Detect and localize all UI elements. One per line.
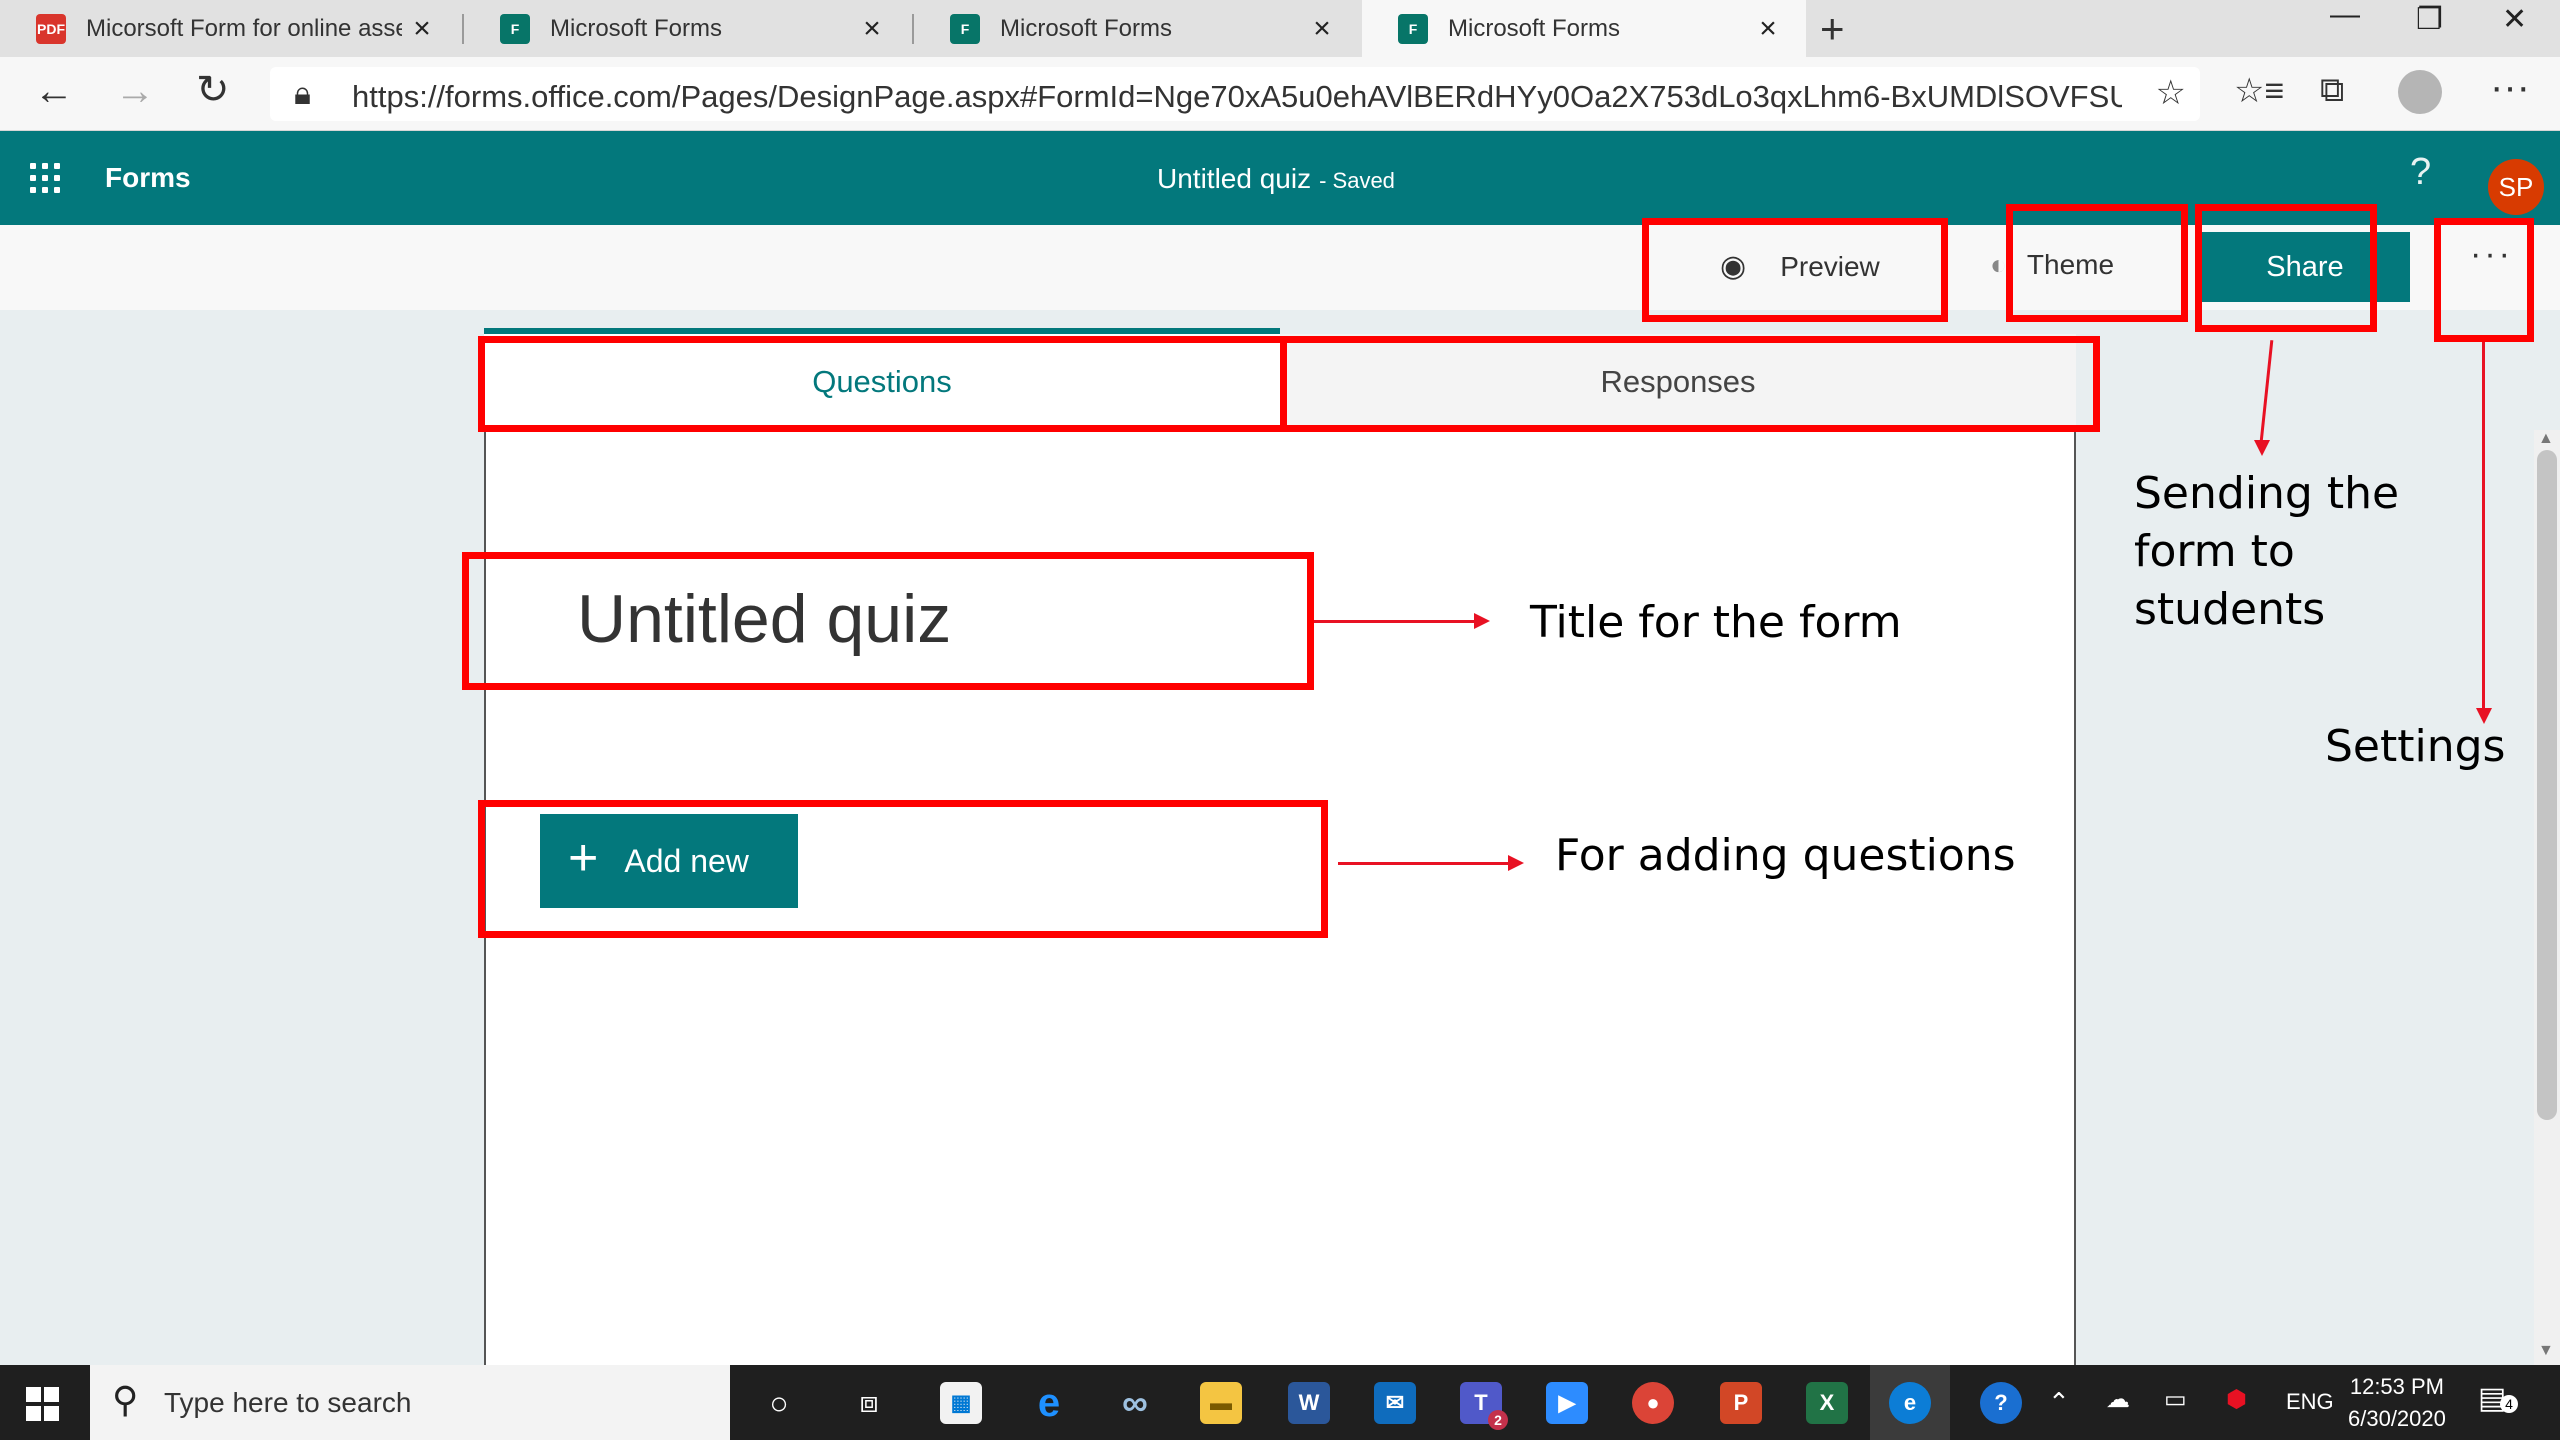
system-clock[interactable]: 12:53 PM 6/30/2020 (2348, 1371, 2446, 1435)
infinity-app-icon[interactable]: ∞ (1114, 1382, 1156, 1424)
forms-icon: F (1398, 13, 1428, 44)
arrow-settings (2482, 342, 2485, 710)
tab-title: Microsoft Forms (550, 14, 723, 42)
restore-button[interactable]: ❐ (2416, 2, 2443, 37)
language-indicator[interactable]: ENG (2286, 1389, 2334, 1415)
help-icon[interactable]: ? (2410, 151, 2431, 194)
back-icon[interactable]: ← (34, 69, 74, 114)
powerpoint-icon[interactable]: P (1720, 1382, 1762, 1424)
browser-tab-forms-1[interactable]: F Microsoft Forms × (464, 0, 910, 57)
cortana-icon[interactable]: ○ (758, 1382, 800, 1424)
close-tab-icon[interactable]: × (852, 12, 892, 46)
app-launcher-icon[interactable] (30, 163, 60, 193)
note-add-new: For adding questions (1555, 830, 2016, 881)
onedrive-icon[interactable]: ☁ (2106, 1385, 2130, 1414)
tab-title: Micorsoft Form for online assesm (86, 14, 402, 42)
zoom-icon[interactable]: ▶ (1546, 1382, 1588, 1424)
edge-icon: e (1889, 1382, 1931, 1424)
forms-icon: F (500, 13, 530, 44)
note-settings: Settings (2325, 721, 2506, 772)
annotation-box-tabs (478, 336, 2100, 432)
arrowhead-title (1474, 613, 1490, 629)
app-name[interactable]: Forms (105, 162, 191, 194)
windows-taskbar: ⚲ Type here to search ○ ⧈ ▦ e ∞ ▬ W ✉ T2… (0, 1365, 2560, 1440)
clock-time: 12:53 PM (2349, 1374, 2445, 1399)
network-icon[interactable]: ▭ (2164, 1385, 2187, 1414)
lock-icon: 🔒︎ (294, 75, 312, 111)
browser-tab-forms-2[interactable]: F Microsoft Forms × (914, 0, 1360, 57)
scrollbar-thumb[interactable] (2537, 450, 2557, 1120)
annotation-box-preview (1642, 218, 1948, 322)
browser-tab-forms-active[interactable]: F Microsoft Forms × (1362, 0, 1806, 57)
tab-title: Microsoft Forms (1448, 14, 1621, 42)
arrowhead-add-new (1508, 855, 1524, 871)
forms-icon: F (950, 13, 980, 44)
refresh-icon[interactable]: ↻ (196, 67, 230, 113)
note-title: Title for the form (1530, 597, 1902, 648)
internet-explorer-icon[interactable]: e (1028, 1381, 1070, 1425)
scroll-down-icon[interactable]: ▼ (2538, 1342, 2554, 1360)
teams-badge: 2 (1488, 1410, 1508, 1430)
store-icon[interactable]: ▦ (940, 1382, 982, 1424)
favorite-star-icon[interactable]: ☆ (2156, 73, 2186, 113)
chrome-icon[interactable]: ● (1632, 1382, 1674, 1424)
taskbar-search-box[interactable]: ⚲ Type here to search (90, 1365, 730, 1440)
file-explorer-icon[interactable]: ▬ (1200, 1382, 1242, 1424)
word-icon[interactable]: W (1288, 1382, 1330, 1424)
browser-tab-pdf[interactable]: PDF Micorsoft Form for online assesm × (0, 0, 460, 57)
new-tab-button[interactable]: + (1820, 5, 1845, 53)
close-tab-icon[interactable]: × (402, 12, 442, 46)
annotation-box-add-new (478, 800, 1328, 938)
tab-title: Microsoft Forms (1000, 14, 1173, 42)
search-placeholder: Type here to search (164, 1387, 412, 1418)
palette-icon: ◐ (1990, 249, 2007, 280)
document-title: Untitled quiz - Saved (1157, 163, 1395, 195)
document-title-text: Untitled quiz (1157, 163, 1312, 194)
notification-center-icon[interactable]: ▤ 4 (2478, 1381, 2518, 1416)
address-bar[interactable]: 🔒︎ https://forms.office.com/Pages/Design… (270, 67, 2200, 121)
favorites-list-icon[interactable]: ☆≡ (2234, 71, 2284, 111)
collections-icon[interactable]: ⧉ (2320, 71, 2344, 110)
search-icon: ⚲ (112, 1379, 139, 1420)
browser-tab-strip: PDF Micorsoft Form for online assesm × F… (0, 0, 2560, 57)
save-status: - Saved (1319, 168, 1395, 193)
forward-icon[interactable]: → (115, 69, 155, 114)
arrowhead-share (2254, 440, 2270, 456)
arrow-title (1314, 620, 1474, 623)
annotation-box-theme (2006, 204, 2188, 322)
notification-count: 4 (2500, 1395, 2518, 1413)
scroll-up-icon[interactable]: ▲ (2538, 430, 2554, 448)
url-text[interactable]: https://forms.office.com/Pages/DesignPag… (352, 79, 2122, 115)
task-view-icon[interactable]: ⧈ (848, 1382, 890, 1424)
windows-start-icon[interactable] (26, 1387, 60, 1421)
close-tab-icon[interactable]: × (1302, 12, 1342, 46)
annotation-box-settings (2434, 218, 2534, 342)
mail-icon[interactable]: ✉ (1374, 1382, 1416, 1424)
show-hidden-icons-icon[interactable]: ⌃ (2048, 1387, 2070, 1418)
edge-active-slot[interactable]: e (1870, 1365, 1950, 1440)
security-tray-icon[interactable]: ⬢ (2226, 1385, 2247, 1414)
minimize-button[interactable]: — (2330, 0, 2360, 32)
arrow-add-new (1338, 862, 1508, 865)
close-window-button[interactable]: ✕ (2502, 2, 2527, 37)
annotation-tab-divider (1280, 336, 1287, 432)
arrow-share (2259, 340, 2274, 442)
help-tray-icon[interactable]: ? (1980, 1382, 2022, 1424)
annotation-box-title (462, 552, 1314, 690)
annotation-box-share (2195, 204, 2377, 332)
teams-icon[interactable]: T2 (1460, 1382, 1508, 1430)
excel-icon[interactable]: X (1806, 1382, 1848, 1424)
pdf-icon: PDF (36, 13, 66, 44)
user-avatar[interactable]: SP (2488, 159, 2544, 215)
browser-profile-avatar[interactable] (2398, 70, 2442, 114)
browser-toolbar: ← → ↻ 🔒︎ https://forms.office.com/Pages/… (0, 57, 2560, 131)
note-share: Sending the form to students (2134, 468, 2400, 635)
browser-menu-icon[interactable]: ··· (2490, 65, 2530, 110)
close-tab-icon[interactable]: × (1748, 12, 1788, 46)
clock-date: 6/30/2020 (2348, 1406, 2446, 1431)
